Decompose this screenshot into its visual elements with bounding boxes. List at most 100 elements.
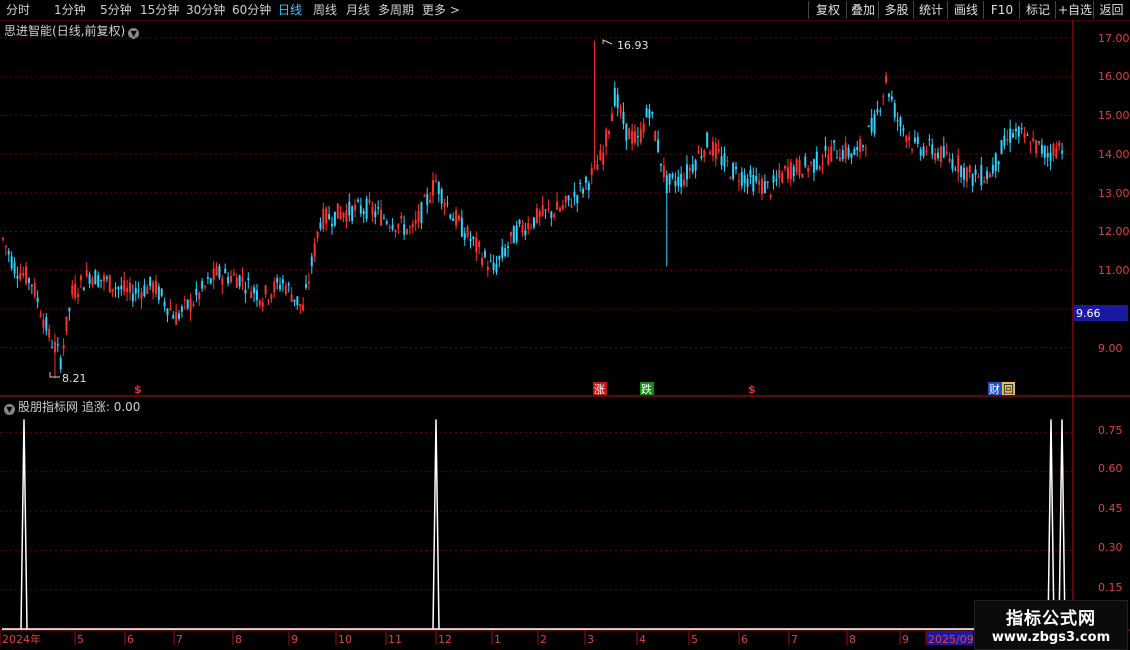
candle-body [954, 169, 957, 171]
candle-body [227, 276, 230, 284]
price-tick: 17.00 [1098, 32, 1130, 45]
candle-body [677, 177, 680, 186]
candle-body [694, 160, 697, 171]
candle-body [659, 163, 662, 166]
candle-body [74, 283, 77, 299]
candle-body [59, 358, 62, 370]
candle-body [518, 219, 521, 225]
date-label: 5 [691, 633, 698, 646]
candle-body [544, 209, 547, 211]
candle-body [152, 282, 155, 293]
date-label: 5 [77, 633, 84, 646]
candle-body [911, 149, 914, 151]
current-price-label: 9.66 [1076, 307, 1101, 320]
candle-body [440, 189, 443, 204]
candle-body [988, 174, 991, 178]
candle-body [180, 306, 183, 312]
candle-body [296, 296, 299, 305]
candle-body [931, 144, 934, 155]
candle-body [192, 304, 195, 306]
date-label: 2024年 [2, 632, 41, 646]
candle-body [348, 201, 351, 216]
candle-body [403, 224, 406, 235]
date-label: 9 [291, 633, 298, 646]
candle-body [13, 262, 16, 274]
candle-body [772, 175, 775, 183]
candle-body [374, 211, 377, 217]
candle-body [587, 183, 590, 191]
candle-body [553, 214, 556, 218]
candle-body [717, 149, 720, 152]
candle-body [584, 176, 587, 183]
candle-body [126, 287, 129, 293]
candle-body [261, 302, 264, 307]
candle-body [980, 164, 983, 186]
candle-body [1012, 133, 1015, 138]
candle-body [215, 266, 218, 276]
candle-body [991, 164, 994, 174]
candle-body [56, 344, 59, 346]
candle-body [429, 199, 432, 203]
candle-body [582, 188, 585, 194]
candle-body [1026, 134, 1029, 136]
candle-body [469, 239, 472, 242]
candle-body [847, 147, 850, 157]
candle-body [515, 225, 518, 242]
candle-body [899, 117, 902, 127]
dividend-marker[interactable]: $ [134, 383, 142, 396]
candle-body [905, 136, 908, 142]
candle-body [65, 316, 68, 332]
candle-body [123, 280, 126, 292]
candle-body [1058, 142, 1061, 147]
candle-body [732, 162, 735, 179]
candle-body [322, 208, 325, 230]
candle-body [703, 150, 706, 158]
candle-body [68, 308, 71, 312]
candle-body [737, 180, 740, 182]
candle-body [1052, 143, 1055, 156]
candle-body [492, 262, 495, 271]
candle-body [33, 282, 36, 297]
candle-body [861, 145, 864, 148]
price-tick: 14.00 [1098, 148, 1130, 161]
candle-body [902, 128, 905, 131]
candle-body [815, 151, 818, 170]
candle-body [605, 129, 608, 147]
candle-body [7, 250, 10, 255]
candle-body [319, 222, 322, 229]
candle-body [922, 146, 925, 157]
candle-body [844, 142, 847, 159]
candle-body [706, 132, 709, 148]
candle-body [766, 181, 769, 183]
candle-body [561, 204, 564, 209]
candle-body [810, 162, 813, 164]
candle-body [769, 194, 772, 198]
candle-body [114, 287, 117, 289]
date-label: 8 [849, 633, 856, 646]
candle-body [39, 314, 42, 317]
candle-body [887, 93, 890, 97]
limit-up-marker[interactable]: 涨 [594, 383, 605, 396]
candle-body [570, 204, 573, 208]
buyback-marker[interactable]: 回 [1003, 383, 1014, 396]
candle-body [111, 288, 114, 292]
candle-body [134, 288, 137, 294]
date-label: 10 [338, 633, 352, 646]
finance-report-marker[interactable]: 财 [989, 382, 1000, 396]
candle-body [201, 281, 204, 289]
candle-body [244, 289, 247, 294]
candle-body [397, 224, 400, 228]
dividend-marker[interactable]: $ [748, 383, 756, 396]
candle-body [859, 139, 862, 152]
candle-body [968, 165, 971, 173]
candle-body [94, 270, 97, 285]
candle-body [356, 199, 359, 202]
candle-body [504, 248, 507, 257]
candle-body [149, 276, 152, 287]
candle-body [1049, 152, 1052, 162]
candle-body [818, 166, 821, 170]
limit-down-marker[interactable]: 跌 [641, 382, 652, 396]
candle-body [792, 166, 795, 177]
candle-body [108, 275, 111, 293]
candle-body [411, 223, 414, 227]
